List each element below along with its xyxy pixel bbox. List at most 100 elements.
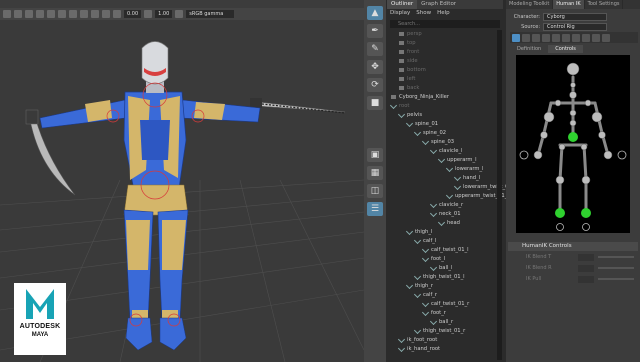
- rig-right-knee[interactable]: [581, 175, 591, 185]
- outliner-item[interactable]: left: [399, 75, 415, 84]
- colorspace-icon[interactable]: [175, 10, 184, 18]
- side-by-side-icon[interactable]: ◫: [367, 184, 383, 198]
- outliner-item[interactable]: pelvis: [397, 110, 422, 120]
- wireframe-icon[interactable]: [25, 10, 33, 18]
- rig-left-knee[interactable]: [555, 175, 565, 185]
- select-tool-icon[interactable]: ▲: [367, 6, 383, 20]
- outliner-item[interactable]: spine_02: [413, 128, 446, 138]
- shaded-icon[interactable]: [36, 10, 44, 18]
- tab-outliner[interactable]: Outliner: [387, 0, 418, 9]
- tab-human-ik[interactable]: Human IK: [553, 0, 585, 9]
- tab-modeling-toolkit[interactable]: Modeling Toolkit: [506, 0, 554, 9]
- outliner-item[interactable]: front: [399, 48, 419, 57]
- camera-icon[interactable]: [3, 10, 11, 18]
- outliner-item[interactable]: head: [437, 218, 460, 228]
- hik-controls-header[interactable]: HumanIK Controls: [508, 242, 638, 251]
- ctrl-field-ik-blend-r[interactable]: [578, 265, 594, 272]
- colorspace-select[interactable]: sRGB gamma: [186, 10, 235, 18]
- shadows-icon[interactable]: [69, 10, 77, 18]
- outliner-item[interactable]: neck_01: [429, 209, 461, 219]
- rig-right-hand-effector[interactable]: [603, 150, 613, 160]
- outliner-item[interactable]: upperarm_l: [437, 155, 477, 165]
- hik-body-part-icon[interactable]: [522, 33, 530, 42]
- outliner-item[interactable]: calf_r: [413, 290, 437, 300]
- menu-help[interactable]: Help: [437, 9, 450, 18]
- rig-left-hand-effector[interactable]: [533, 150, 543, 160]
- tab-tool-settings[interactable]: Tool Settings: [585, 0, 624, 9]
- scale-tool-icon[interactable]: ■: [367, 96, 383, 110]
- hik-reset-icon[interactable]: [592, 33, 600, 42]
- single-pane-icon[interactable]: ▣: [367, 148, 383, 162]
- outliner-item[interactable]: hand_l: [453, 173, 480, 183]
- outliner-item[interactable]: thigh_twist_01_l: [413, 272, 465, 282]
- character-select[interactable]: Cyborg: [543, 12, 607, 21]
- tab-definition[interactable]: Definition: [510, 45, 548, 53]
- outliner-item[interactable]: clavicle_r: [429, 200, 463, 210]
- exposure-field[interactable]: 0.00: [124, 10, 142, 18]
- rotate-tool-icon[interactable]: ⟳: [367, 78, 383, 92]
- viewport-3d[interactable]: 0.00 1.00 sRGB gamma AUTODESK MAYA: [0, 0, 364, 362]
- outliner-item[interactable]: ik_hand_root: [397, 344, 440, 354]
- ctrl-slider-ik-blend-t[interactable]: [598, 256, 634, 258]
- ctrl-field-ik-pull[interactable]: [578, 276, 594, 283]
- rig-right-toes-icon[interactable]: [582, 223, 590, 231]
- outliner-item[interactable]: thigh_r: [405, 281, 433, 291]
- outliner-item[interactable]: Cyborg_Ninja_Killer: [391, 93, 449, 102]
- tab-graph-editor[interactable]: Graph Editor: [417, 0, 460, 9]
- rig-left-foot-effector[interactable]: [555, 208, 565, 218]
- source-select[interactable]: Control Rig: [543, 22, 607, 31]
- rig-left-fingers-icon[interactable]: [519, 150, 529, 160]
- rig-head-effector[interactable]: [566, 62, 580, 76]
- rig-left-shoulder[interactable]: [543, 111, 555, 123]
- isolate-icon[interactable]: [80, 10, 88, 18]
- hik-mirror-icon[interactable]: [582, 33, 590, 42]
- hik-key-icon[interactable]: [572, 33, 580, 42]
- outliner-item[interactable]: clavicle_l: [429, 146, 463, 156]
- outliner-layout-icon[interactable]: ☰: [367, 202, 383, 216]
- lights-icon[interactable]: [58, 10, 66, 18]
- outliner-item[interactable]: ball_l: [429, 263, 452, 273]
- grid-icon[interactable]: [14, 10, 22, 18]
- outliner-item[interactable]: thigh_twist_01_r: [413, 326, 465, 336]
- gamma-field[interactable]: 1.00: [155, 10, 173, 18]
- outliner-item[interactable]: top: [399, 39, 416, 48]
- rig-right-fingers-icon[interactable]: [617, 150, 627, 160]
- lasso-tool-icon[interactable]: ✒: [367, 24, 383, 38]
- hik-selection-icon[interactable]: [532, 33, 540, 42]
- outliner-item[interactable]: spine_01: [405, 119, 438, 129]
- hik-control-rig-picker[interactable]: [516, 55, 630, 233]
- hik-pin-rotate-icon[interactable]: [552, 33, 560, 42]
- outliner-item[interactable]: ball_r: [429, 317, 453, 327]
- ctrl-field-ik-blend-t[interactable]: [578, 254, 594, 261]
- paint-select-icon[interactable]: ✎: [367, 42, 383, 56]
- outliner-item[interactable]: calf_twist_01_r: [421, 299, 469, 309]
- outliner-item[interactable]: calf_twist_01_l: [421, 245, 469, 255]
- four-pane-icon[interactable]: ▦: [367, 166, 383, 180]
- outliner-item[interactable]: foot_r: [421, 308, 446, 318]
- outliner-item[interactable]: spine_03: [421, 137, 454, 147]
- outliner-item[interactable]: persp: [399, 30, 422, 39]
- exposure-icon[interactable]: [113, 10, 121, 18]
- rig-right-shoulder[interactable]: [591, 111, 603, 123]
- outliner-item[interactable]: side: [399, 57, 418, 66]
- rig-right-foot-effector[interactable]: [581, 208, 591, 218]
- rig-hips-effector[interactable]: [568, 132, 578, 142]
- ctrl-slider-ik-blend-r[interactable]: [598, 267, 634, 269]
- gamma-icon[interactable]: [144, 10, 153, 18]
- aa-icon[interactable]: [102, 10, 110, 18]
- textured-icon[interactable]: [47, 10, 55, 18]
- outliner-scrollbar[interactable]: [497, 30, 502, 360]
- outliner-item[interactable]: lowerarm_l: [445, 164, 484, 174]
- menu-display[interactable]: Display: [390, 9, 410, 18]
- ctrl-slider-ik-pull[interactable]: [598, 278, 634, 280]
- outliner-item[interactable]: bottom: [399, 66, 426, 75]
- hik-full-body-icon[interactable]: [512, 33, 520, 42]
- hik-mode-icon[interactable]: [602, 33, 610, 42]
- move-tool-icon[interactable]: ✥: [367, 60, 383, 74]
- menu-show[interactable]: Show: [416, 9, 431, 18]
- hik-pin-translate-icon[interactable]: [542, 33, 550, 42]
- outliner-item[interactable]: calf_l: [413, 236, 436, 246]
- outliner-search-input[interactable]: Search...: [390, 20, 500, 28]
- outliner-item[interactable]: ik_foot_root: [397, 335, 437, 345]
- tab-controls[interactable]: Controls: [548, 45, 583, 53]
